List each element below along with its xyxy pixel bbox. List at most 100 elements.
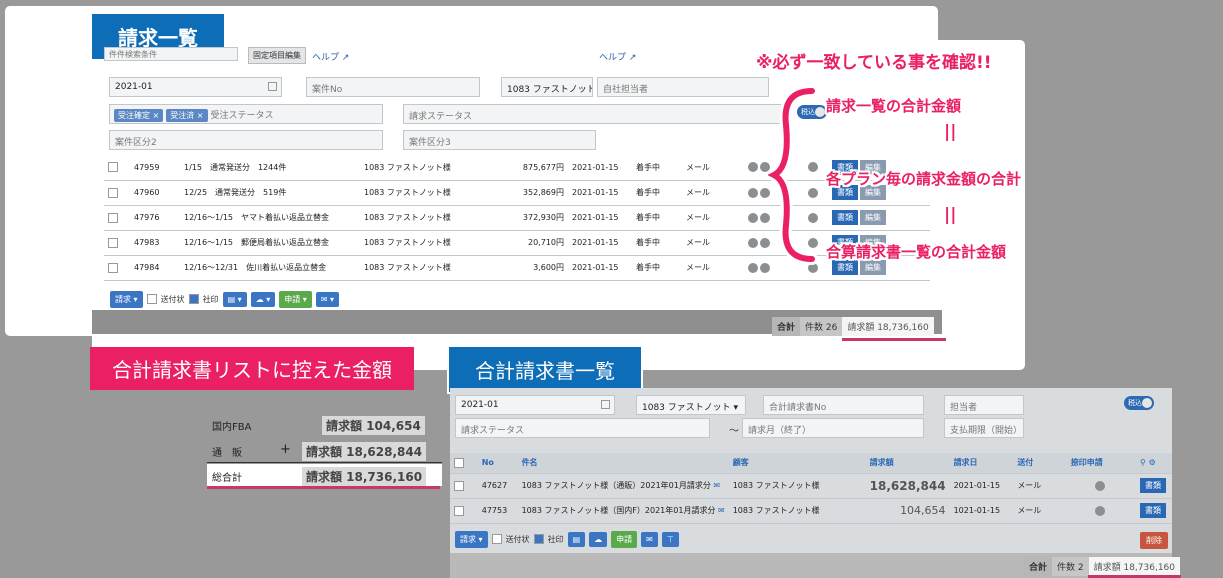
external-link-icon: ↗ [341,53,350,63]
column-header[interactable]: 顧客 [728,453,866,474]
row-send: メール [682,155,744,181]
combined-stamp-label: 社印 [547,534,564,544]
mail-icon: ✉ [646,534,653,544]
row-send: メール [682,230,744,256]
combined-tax-toggle[interactable]: 税込 [1124,396,1154,410]
row-checkbox[interactable] [108,237,118,248]
row-amount: 352,869円 [484,180,568,206]
minus-circle-icon[interactable] [748,187,758,198]
delete-button[interactable]: 削除 [1140,532,1168,549]
combined-no-input[interactable]: 合計請求書No [763,395,924,415]
minus-circle-icon[interactable] [1095,505,1106,516]
combined-invoice-table: No 件名 顧客 請求額 請求日 送付 捺印申請 ⚲ ⚙ 47627 1083 ファストノット様（… [450,453,1172,524]
minus-circle-icon[interactable] [748,262,758,273]
download-button[interactable]: ☁ ▾ [250,291,276,307]
sent-checkbox[interactable] [146,294,157,304]
payment-start-input[interactable]: 支払期限（開始） [944,418,1024,438]
bill-button[interactable]: 請求 ▾ [110,290,143,308]
row-amount: 3,600円 [484,255,568,281]
minus-circle-icon[interactable] [748,237,758,248]
annotation-equals-1: || [944,122,957,142]
column-header[interactable]: 捺印申請 [1066,453,1136,474]
row-checkbox[interactable] [454,480,464,491]
gear-icon[interactable]: ⚙ [1149,458,1156,467]
combined-owner-input[interactable]: 担当者 [944,395,1024,415]
column-header[interactable]: 送付 [1013,453,1067,474]
row-date: 2021-01-15 [949,473,1014,499]
combined-apply-button[interactable]: 申請 [611,530,638,548]
combined-filter-button[interactable]: ⊤ [661,531,679,547]
row-title: 12/16～1/15 ヤマト着払い返品立替金 [180,205,360,231]
minus-circle-icon[interactable] [1095,480,1106,491]
chevron-down-icon: ▾ [733,403,738,413]
minus-circle-icon[interactable] [748,162,758,173]
case-category2-input[interactable]: 案件区分2 [109,130,383,150]
document-button[interactable]: ▤ ▾ [222,291,247,307]
case-category3-input[interactable]: 案件区分3 [403,130,596,150]
recorded-amount-label: 合計請求書リストに控えた金額 [90,347,414,390]
help-link-1[interactable]: ヘルプ ↗ [312,50,349,63]
row-checkbox[interactable] [454,505,464,516]
billing-month-input[interactable]: 2021-01 [109,77,282,97]
filter-icon: ⊤ [666,534,674,544]
combined-document-button[interactable]: ▤ [567,531,586,547]
saved-search-select[interactable]: 件件検索条件 [104,47,238,61]
combined-stamp-checkbox[interactable] [533,534,544,544]
row-title: 12/25 通常発送分 519件 [180,180,360,206]
annotation-line-1: 請求一覧の合計金額 [826,97,962,115]
combined-download-button[interactable]: ☁ [589,531,608,547]
column-header[interactable]: No [477,453,518,474]
row-document-button[interactable]: 書類 [832,260,858,275]
owner-input[interactable]: 自社担当者 [597,77,769,97]
order-status-input[interactable]: 受注確定 × 受注済 × 受注ステータス [109,104,383,124]
minus-circle-icon[interactable] [748,212,758,223]
client-input[interactable]: 1083 ファストノット [501,77,593,97]
chip-order-received[interactable]: 受注済 × [166,109,208,122]
cloud-download-icon: ☁ [594,534,603,544]
combined-status-input[interactable]: 請求ステータス [455,418,710,438]
must-match-note: ※必ず一致している事を確認!! [756,53,992,73]
row-edit-button[interactable]: 編集 [860,210,886,225]
row-client: 1083 ファストノット様 [728,473,866,499]
row-checkbox[interactable] [108,187,118,198]
combined-client-input[interactable]: 1083 ファストノット ▾ [636,395,746,415]
combined-sent-checkbox[interactable] [491,534,502,544]
apply-button[interactable]: 申請 ▾ [279,290,312,308]
billing-status-input[interactable]: 請求ステータス [403,104,783,124]
row-checkbox[interactable] [108,262,118,273]
row-checkbox[interactable] [108,212,118,223]
case-no-input[interactable]: 案件No [306,77,480,97]
column-header[interactable]: 請求額 [865,453,950,474]
combined-sent-label: 送付状 [505,534,530,544]
table-row[interactable]: 47627 1083 ファストノット様（通販）2021年01月請求分 ✉ 1083 … [450,473,1172,499]
column-header[interactable]: 件名 [517,453,729,474]
stamp-checkbox[interactable] [188,294,199,304]
mail-button[interactable]: ✉ ▾ [315,291,340,307]
item-label-mailorder: 通 販 [212,448,242,459]
row-client: 1083 ファストノット様 [360,155,484,181]
row-document-button[interactable]: 書類 [1140,503,1166,518]
summary-amount: 請求額 18,736,160 [842,317,934,336]
combined-summary: 合計 件数 2 請求額 18,736,160 [1024,557,1181,576]
column-header[interactable]: 請求日 [949,453,1014,474]
table-header: No 件名 顧客 請求額 請求日 送付 捺印申請 ⚲ ⚙ [450,453,1172,474]
help-link-2[interactable]: ヘルプ ↗ [599,50,636,63]
chip-order-confirmed[interactable]: 受注確定 × [114,109,164,122]
annotation-line-2: 各プラン毎の請求金額の合計 [826,170,1022,188]
row-checkbox[interactable] [108,162,118,173]
row-document-button[interactable]: 書類 [1140,478,1166,493]
row-document-button[interactable]: 書類 [832,210,858,225]
annotation-line-3: 合算請求書一覧の合計金額 [826,243,1007,261]
row-edit-button[interactable]: 編集 [860,260,886,275]
billing-month-end-input[interactable]: 請求月（終了） [742,418,924,438]
fixed-items-button[interactable]: 固定項目編集 [248,47,306,64]
select-all-checkbox[interactable] [454,457,464,468]
combined-mail-button[interactable]: ✉ [641,531,658,547]
mail-icon: ✉ [713,481,721,490]
document-icon: ▤ [572,534,581,544]
combined-bill-button[interactable]: 請求 ▾ [455,530,488,548]
brace-icon [768,85,818,265]
pin-icon[interactable]: ⚲ [1140,458,1146,467]
combined-month-input[interactable]: 2021-01 [455,395,615,415]
table-row[interactable]: 47753 1083 ファストノット様（国内F）2021年01月請求分 ✉ 1083… [450,498,1172,524]
